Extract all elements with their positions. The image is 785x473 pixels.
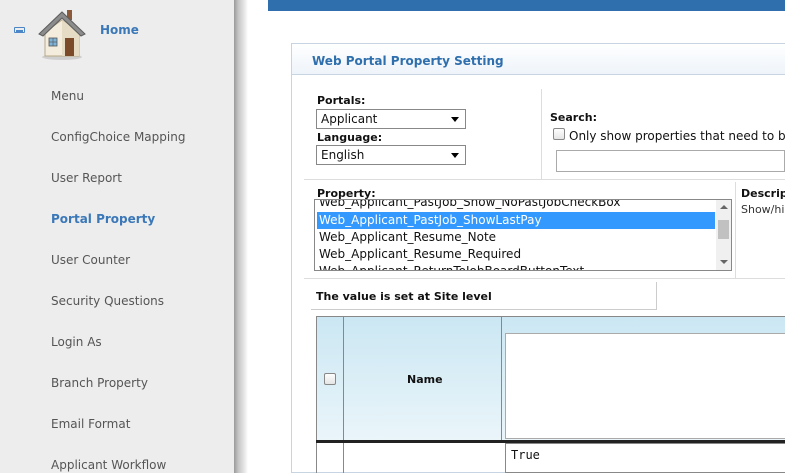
listbox-scrollbar[interactable] bbox=[716, 200, 731, 270]
list-item-selected[interactable]: Web_Applicant_PastJob_ShowLastPay bbox=[317, 212, 715, 229]
description-label: Descript bbox=[741, 187, 785, 200]
sidebar-item-configchoice-mapping[interactable]: ConfigChoice Mapping bbox=[51, 130, 185, 144]
list-item[interactable]: Web_Applicant_Resume_Note bbox=[319, 229, 715, 246]
row-value-cell[interactable]: True bbox=[505, 443, 785, 473]
sidebar-item-user-counter[interactable]: User Counter bbox=[51, 253, 130, 267]
chevron-down-icon bbox=[451, 117, 459, 122]
scroll-thumb[interactable] bbox=[718, 220, 729, 239]
select-all-checkbox[interactable] bbox=[324, 373, 336, 385]
row-value: True bbox=[511, 448, 540, 462]
language-select[interactable]: English bbox=[316, 145, 466, 165]
only-show-label: Only show properties that need to be cha bbox=[569, 129, 785, 143]
description-text: Show/hi bbox=[741, 203, 785, 216]
sidebar-item-user-report[interactable]: User Report bbox=[51, 171, 122, 185]
search-label: Search: bbox=[550, 111, 597, 124]
home-link[interactable]: Home bbox=[100, 23, 139, 37]
divider bbox=[541, 89, 542, 179]
portals-select-value: Applicant bbox=[321, 112, 378, 126]
only-show-checkbox[interactable] bbox=[553, 128, 565, 140]
divider bbox=[735, 182, 736, 278]
property-grid: Name True bbox=[316, 316, 785, 473]
chevron-down-icon bbox=[451, 153, 459, 158]
sidebar-item-applicant-workflow[interactable]: Applicant Workflow bbox=[51, 458, 166, 472]
sidebar-item-menu[interactable]: Menu bbox=[51, 89, 84, 103]
panel-header: Web Portal Property Setting bbox=[292, 44, 785, 75]
property-listbox[interactable]: Web_Applicant_PastJob_Show_NoPastJobChec… bbox=[314, 199, 732, 271]
sidebar-item-security-questions[interactable]: Security Questions bbox=[51, 294, 164, 308]
scroll-down-icon[interactable] bbox=[720, 260, 728, 264]
sidebar-item-login-as[interactable]: Login As bbox=[51, 335, 102, 349]
value-textarea[interactable] bbox=[505, 333, 785, 439]
sidebar: Home Menu ConfigChoice Mapping User Repo… bbox=[0, 0, 234, 473]
panel-title: Web Portal Property Setting bbox=[312, 54, 504, 68]
column-separator bbox=[501, 317, 502, 441]
language-select-value: English bbox=[321, 148, 365, 162]
divider bbox=[304, 278, 785, 279]
top-bar bbox=[268, 0, 785, 11]
list-item[interactable]: Web_Applicant_ReturnToJobBoardButtonText bbox=[319, 263, 715, 270]
sidebar-shadow bbox=[234, 0, 248, 473]
sidebar-item-branch-property[interactable]: Branch Property bbox=[51, 376, 148, 390]
language-label: Language: bbox=[317, 131, 383, 144]
table-row: True bbox=[316, 443, 785, 473]
list-item[interactable]: Web_Applicant_PastJob_Show_NoPastJobChec… bbox=[319, 200, 715, 211]
portals-label: Portals: bbox=[317, 94, 366, 107]
site-level-box: The value is set at Site level bbox=[311, 282, 657, 310]
portals-select[interactable]: Applicant bbox=[316, 109, 466, 129]
column-separator bbox=[343, 443, 344, 473]
list-item[interactable]: Web_Applicant_Resume_Required bbox=[319, 246, 715, 263]
home-icon[interactable] bbox=[35, 4, 87, 62]
search-input[interactable] bbox=[556, 150, 785, 172]
site-level-text: The value is set at Site level bbox=[316, 290, 492, 303]
sidebar-item-email-format[interactable]: Email Format bbox=[51, 417, 130, 431]
divider bbox=[304, 179, 785, 180]
grid-header: Name bbox=[316, 316, 785, 441]
sidebar-item-portal-property[interactable]: Portal Property bbox=[51, 212, 155, 226]
scroll-up-icon[interactable] bbox=[720, 205, 728, 209]
collapse-icon[interactable] bbox=[14, 27, 25, 33]
column-separator bbox=[343, 317, 344, 441]
name-column-header: Name bbox=[407, 373, 443, 386]
